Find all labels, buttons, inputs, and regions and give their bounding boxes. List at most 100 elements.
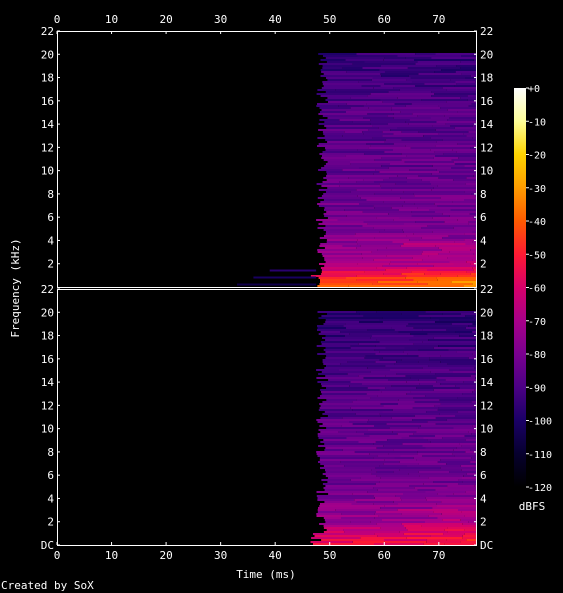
colorbar-label: dBFS [519,500,546,513]
spectrogram-cell [411,429,454,431]
spectrogram-cell [453,161,477,163]
spectrogram-cell [448,349,477,351]
spectrogram-cell [409,435,435,437]
spectrogram-cell [325,225,363,227]
y-tick-label-right: 8 [480,188,487,201]
spectrogram-cell [469,213,477,215]
spectrogram-cell [470,449,477,451]
spectrogram-cell [462,537,477,539]
spectrogram-cell [325,521,351,523]
spectrogram-cell [397,503,437,505]
spectrogram-cell [350,347,386,349]
spectrogram-cell [417,451,443,453]
spectrogram-cell [393,449,454,451]
spectrogram-cell [407,177,439,179]
spectrogram-cell [437,279,473,281]
spectrogram-cell [322,423,353,425]
y-tick-label-left: 10 [41,423,54,436]
spectrogram-cell [398,209,429,211]
spectrogram-cell [426,411,458,413]
spectrogram-cell [374,425,421,427]
y-tick-label-right: 10 [480,165,493,178]
spectrogram-cell [325,319,380,321]
spectrogram-cell [323,439,388,441]
spectrogram-cell [425,311,477,313]
spectrogram-cell [324,411,383,413]
spectrogram-cell [321,185,340,187]
spectrogram-cell [453,449,471,451]
spectrogram-cell [408,75,471,77]
spectrogram-cell [414,195,476,197]
spectrogram-cell [457,397,477,399]
colorbar-tick-label: -120 [528,483,552,494]
spectrogram-cell [399,469,462,471]
spectrogram-cell [313,533,375,535]
spectrogram-cell [388,453,418,455]
spectrogram-cell [429,357,469,359]
spectrogram-cell [457,143,477,145]
spectrogram-cell [418,349,449,351]
spectrogram-cell [436,277,477,279]
spectrogram-cell [418,471,450,473]
spectrogram-cell [316,453,370,455]
spectrogram-cell [389,263,418,265]
spectrogram-cell [321,385,350,387]
spectrogram-cell [327,117,364,119]
spectrogram-cell [404,347,434,349]
spectrogram-cell [362,225,428,227]
spectrogram-cell [362,67,408,69]
spectrogram-cell [322,473,372,475]
spectrogram-cell [399,461,438,463]
spectrogram-cell [347,373,397,375]
x-tick-label-top: 30 [214,13,227,26]
channel-1-panel [57,31,477,287]
spectrogram-cell [435,373,477,375]
spectrogram-cell [456,447,477,449]
spectrogram-cell [346,71,385,73]
spectrogram-cell [346,215,412,217]
spectrogram-cell [324,449,343,451]
spectrogram-cell [380,85,415,87]
spectrogram-cell [388,213,443,215]
spectrogram-cell [320,201,384,203]
spectrogram-cell [368,147,411,149]
spectrogram-cell [369,453,389,455]
spectrogram-cell [437,505,477,507]
spectrogram-cell [316,219,338,221]
x-tick-label-bottom: 0 [54,549,61,562]
spectrogram-cell [376,311,426,313]
spectrogram-cell [318,169,343,171]
spectrogram-cell [325,335,345,337]
spectrogram-cell [393,219,458,221]
spectrogram-cell [319,119,340,121]
colorbar-tick-label: -10 [528,117,546,128]
spectrogram-cell [380,507,433,509]
spectrogram-cell [423,135,467,137]
spectrogram-cell [383,463,419,465]
spectrogram-cell [435,145,477,147]
y-tick-label-right: 6 [480,211,487,224]
spectrogram-cell [317,285,349,287]
spectrogram-cell [430,317,474,319]
y-tick-label-right: 22 [480,25,493,38]
spectrogram-cell [399,217,433,219]
spectrogram-cell [322,413,356,415]
spectrogram-cell [427,333,460,335]
spectrogram-cell [316,515,379,517]
channel-2-spectrogram [310,311,477,545]
spectrogram-cell [453,427,477,429]
spectrogram-cell [433,389,475,391]
spectrogram-cell [411,271,429,273]
spectrogram-cell [466,539,477,541]
spectrogram-cell [316,105,339,107]
spectrogram-cell [388,167,451,169]
spectrogram-cell [406,235,449,237]
y-axis-label: Frequency (kHz) [9,238,22,337]
spectrogram-cell [415,85,455,87]
spectrogram-cell [340,331,399,333]
spectrogram-cell [406,79,451,81]
spectrogram-cell [320,69,380,71]
spectrogram-cell [451,323,473,325]
spectrogram-cell [364,153,402,155]
spectrogram-cell [368,129,391,131]
